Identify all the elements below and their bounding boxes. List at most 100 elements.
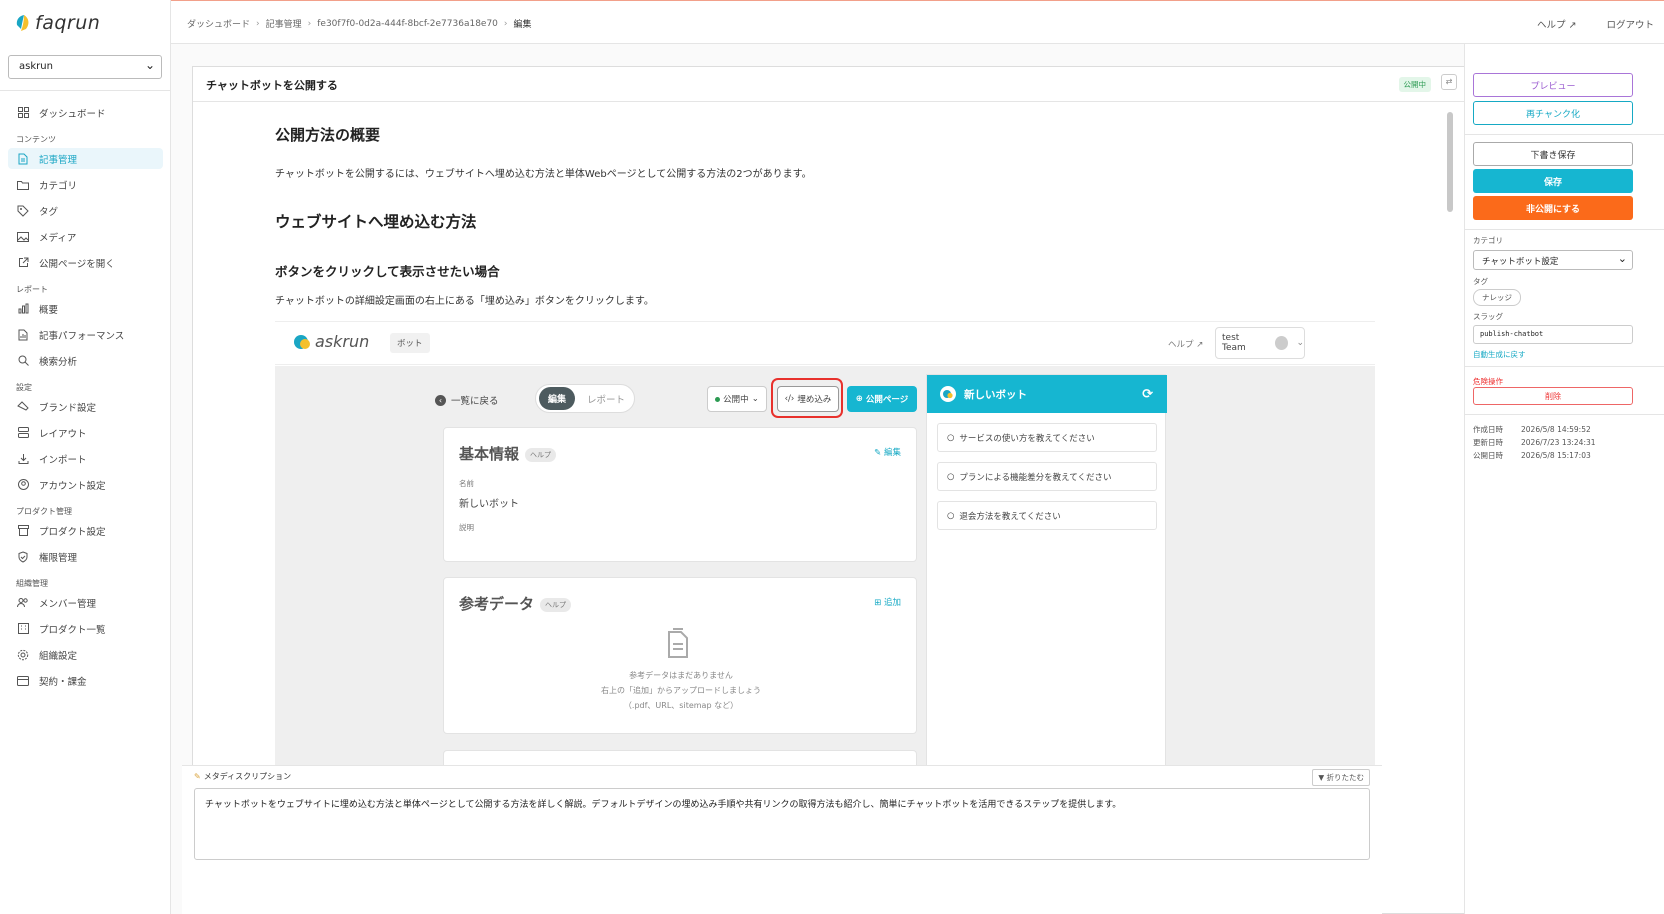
sidebar-item-label: プロダクト設定 [39, 526, 106, 538]
shield-icon [17, 550, 29, 563]
name-value: 新しいボット [459, 499, 519, 510]
add-label: 追加 [883, 598, 901, 608]
edit-label: 編集 [883, 448, 901, 458]
plus-square-icon: ⊞ [874, 598, 884, 608]
suggestion-item: ○ プランによる機能差分を教えてください [937, 462, 1157, 491]
sidebar-item-members[interactable]: メンバー管理 [8, 592, 163, 613]
meta-description-label: メタディスクリプション [203, 772, 292, 781]
image-icon [17, 231, 29, 243]
breadcrumb: ダッシュボード › 記事管理 › fe30f7f0-0d2a-444f-8bcf… [187, 17, 532, 31]
article-title[interactable]: チャットボットを公開する [206, 77, 338, 93]
save-button[interactable]: 保存 [1473, 169, 1633, 193]
logout-link[interactable]: ログアウト [1606, 17, 1654, 31]
sidebar-item-categories[interactable]: カテゴリ [8, 174, 163, 195]
chevron-down-icon: ⌄ [1617, 252, 1627, 265]
rechunk-button[interactable]: 再チャンク化 [1473, 101, 1633, 125]
slug-input[interactable]: publish-chatbot [1473, 325, 1633, 344]
swap-icon[interactable]: ⇄ [1441, 74, 1457, 90]
sidebar-item-brand[interactable]: ブランド設定 [8, 396, 163, 417]
chat-preview: 新しいボット ⟳ ○ サービスの使い方を教えてください ○ プランによる機能差分を教… [926, 374, 1167, 814]
sidebar-section-title: コンテンツ [16, 135, 56, 144]
collapse-button[interactable]: ▼ 折りたたむ [1312, 769, 1370, 786]
editor-scrollbar[interactable] [1447, 112, 1453, 212]
help-link[interactable]: ヘルプ ↗ [1537, 17, 1577, 31]
app-logo[interactable]: faqrun [15, 12, 100, 34]
help-link-label: ヘルプ [1536, 20, 1566, 31]
team-name: test Team [1222, 333, 1246, 353]
breadcrumb-article-id[interactable]: fe30f7f0-0d2a-444f-8bcf-2e7736a18e70 [317, 19, 498, 29]
document-chart-icon [17, 329, 29, 341]
sidebar-item-search-analysis[interactable]: 検索分析 [8, 350, 163, 371]
sidebar-item-article-performance[interactable]: 記事パフォーマンス [8, 324, 163, 345]
breadcrumb-articles[interactable]: 記事管理 [266, 17, 302, 30]
sidebar-item-open-public[interactable]: 公開ページを開く [8, 252, 163, 273]
avatar [1275, 336, 1289, 350]
sidebar-item-billing[interactable]: 契約・課金 [8, 670, 163, 691]
slug-label: スラッグ [1473, 312, 1503, 321]
paint-icon [17, 401, 29, 413]
sidebar-item-permissions[interactable]: 権限管理 [8, 546, 163, 567]
breadcrumb-dashboard[interactable]: ダッシュボード [187, 17, 250, 30]
askrun-logo-icon [294, 334, 310, 349]
published-label: 公開日時 [1473, 451, 1503, 460]
sidebar-item-overview[interactable]: 概要 [8, 298, 163, 319]
side-nav: ダッシュボード コンテンツ 記事管理 カテゴリ タグ メディア 公開ページを開く… [8, 102, 163, 696]
sidebar-item-dashboard[interactable]: ダッシュボード [8, 102, 163, 123]
sidebar-item-articles[interactable]: 記事管理 [8, 148, 163, 169]
sidebar-item-label: インポート [39, 454, 87, 466]
updated-at: 2026/7/23 13:24:31 [1521, 438, 1596, 447]
reference-data-title: 参考データ [459, 595, 535, 613]
name-label: 名前 [459, 479, 474, 488]
sidebar-item-media[interactable]: メディア [8, 226, 163, 247]
created-at: 2026/5/8 14:59:52 [1521, 425, 1591, 434]
sidebar-item-product-settings[interactable]: プロダクト設定 [8, 520, 163, 541]
status-badge: 公開中 [1398, 77, 1431, 92]
sidebar-item-label: ダッシュボード [39, 108, 106, 120]
sidebar-item-label: メディア [39, 232, 77, 244]
sidebar-item-tags[interactable]: タグ [8, 200, 163, 221]
refresh-icon: ⟳ [1142, 386, 1153, 402]
regenerate-slug-link[interactable]: 自動生成に戻す [1473, 349, 1526, 360]
heading-button: ボタンをクリックして表示させたい場合 [275, 264, 500, 279]
sidebar-item-import[interactable]: インポート [8, 448, 163, 469]
workspace-select-value: askrun [19, 61, 53, 72]
document-icon [17, 153, 29, 165]
public-page-button: ⊕ 公開ページ [847, 386, 917, 412]
preview-button[interactable]: プレビュー [1473, 73, 1633, 97]
created-label: 作成日時 [1473, 425, 1503, 434]
danger-zone-label: 危険操作 [1473, 377, 1503, 386]
timestamps: 作成日時 2026/5/8 14:59:52 更新日時 2026/7/23 13:2… [1473, 423, 1596, 462]
back-to-list: ‹ 一覧に戻る [435, 393, 499, 407]
category-select[interactable]: チャットボット設定 ⌄ [1473, 250, 1633, 270]
tag-chip[interactable]: ナレッジ [1473, 289, 1521, 306]
sidebar-item-label: ブランド設定 [39, 402, 97, 414]
sidebar-section-title: レポート [16, 285, 48, 294]
pencil-icon: ✎ [194, 772, 201, 781]
tag-icon [17, 205, 29, 217]
sidebar-item-label: 組織設定 [39, 650, 78, 662]
workspace-select[interactable]: askrun ⌄ [8, 55, 162, 79]
sidebar-item-account[interactable]: アカウント設定 [8, 474, 163, 495]
users-icon [17, 597, 29, 609]
sidebar-item-layout[interactable]: レイアウト [8, 422, 163, 443]
globe-icon: ⊕ [855, 394, 863, 404]
chevron-right-icon: › [503, 18, 508, 29]
delete-button[interactable]: 削除 [1473, 387, 1633, 405]
meta-description-field[interactable]: チャットボットをウェブサイトに埋め込む方法と単体ページとして公開する方法を詳しく… [194, 788, 1370, 860]
sidebar-item-org-settings[interactable]: 組織設定 [8, 644, 163, 665]
sidebar-section-title: 設定 [16, 383, 32, 392]
basic-info-card: 基本情報 ヘルプ ✎ 編集 名前 新しいボット 説明 [443, 427, 917, 562]
save-draft-button[interactable]: 下書き保存 [1473, 142, 1633, 166]
embedded-screenshot[interactable]: askrun ボット ヘルプ ↗ test Team ⌄ ‹ 一覧に戻る 編集 … [275, 321, 1375, 814]
breadcrumb-current: 編集 [513, 20, 532, 30]
paragraph-button: チャットボットの詳細設定画面の右上にある「埋め込み」ボタンをクリックします。 [275, 296, 654, 307]
sidebar-item-label: アカウント設定 [39, 480, 106, 492]
layout-icon [17, 427, 29, 439]
sidebar-section-title: 組織管理 [16, 579, 48, 588]
unpublish-button[interactable]: 非公開にする [1473, 196, 1633, 220]
sidebar-item-product-list[interactable]: プロダクト一覧 [8, 618, 163, 639]
top-header: ダッシュボード › 記事管理 › fe30f7f0-0d2a-444f-8bcf… [171, 1, 1664, 44]
pencil-icon: ✎ [874, 448, 884, 458]
edit-link: ✎ 編集 [874, 446, 901, 458]
suggestion-label: 退会方法を教えてください [959, 511, 1061, 522]
